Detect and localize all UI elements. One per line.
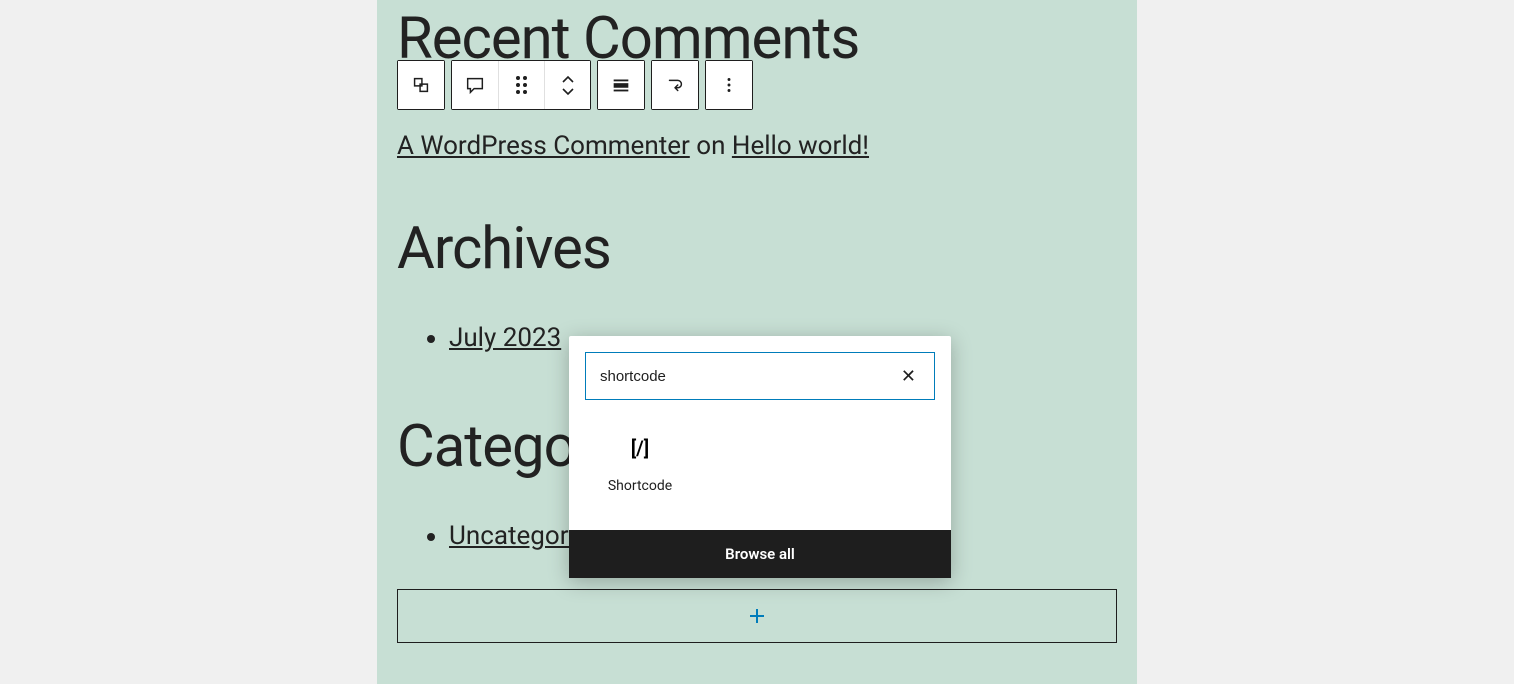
latest-comments-icon xyxy=(464,74,486,96)
browse-all-button[interactable]: Browse all xyxy=(569,530,951,578)
move-up-down-button[interactable] xyxy=(544,61,590,109)
comment-author-link[interactable]: A WordPress Commenter xyxy=(397,131,690,161)
search-results: [/] Shortcode xyxy=(569,416,951,530)
replace-icon xyxy=(664,74,686,96)
toolbar-group-more xyxy=(705,60,753,110)
drag-icon xyxy=(516,76,527,94)
toolbar-group-parent xyxy=(397,60,445,110)
block-type-button[interactable] xyxy=(452,61,498,109)
comment-separator: on xyxy=(690,131,732,161)
add-block-button[interactable] xyxy=(397,589,1117,643)
toolbar-group-transform xyxy=(651,60,699,110)
replace-button[interactable] xyxy=(652,61,698,109)
more-options-button[interactable] xyxy=(706,61,752,109)
select-parent-button[interactable] xyxy=(398,61,444,109)
align-icon xyxy=(610,74,632,96)
block-toolbar xyxy=(397,60,753,110)
search-input[interactable] xyxy=(600,368,897,385)
close-icon: ✕ xyxy=(901,366,916,386)
align-button[interactable] xyxy=(598,61,644,109)
chevron-up-down-icon xyxy=(561,75,575,96)
clear-search-button[interactable]: ✕ xyxy=(897,362,920,391)
drag-handle[interactable] xyxy=(498,61,544,109)
plus-icon xyxy=(745,604,769,628)
block-inserter-popover: ✕ [/] Shortcode Browse all xyxy=(569,336,951,578)
more-vertical-icon xyxy=(718,74,740,96)
recent-comment-item: A WordPress Commenter on Hello world! xyxy=(397,131,1117,161)
search-box: ✕ xyxy=(585,352,935,400)
archives-heading[interactable]: Archives xyxy=(397,215,1117,283)
group-icon xyxy=(410,74,432,96)
block-item-shortcode[interactable]: [/] Shortcode xyxy=(585,424,695,506)
shortcode-icon: [/] xyxy=(631,436,650,460)
block-item-label: Shortcode xyxy=(608,478,672,494)
archive-link[interactable]: July 2023 xyxy=(449,323,561,353)
toolbar-group-align xyxy=(597,60,645,110)
toolbar-group-main xyxy=(451,60,591,110)
comment-post-link[interactable]: Hello world! xyxy=(732,131,869,161)
search-wrap: ✕ xyxy=(569,336,951,416)
